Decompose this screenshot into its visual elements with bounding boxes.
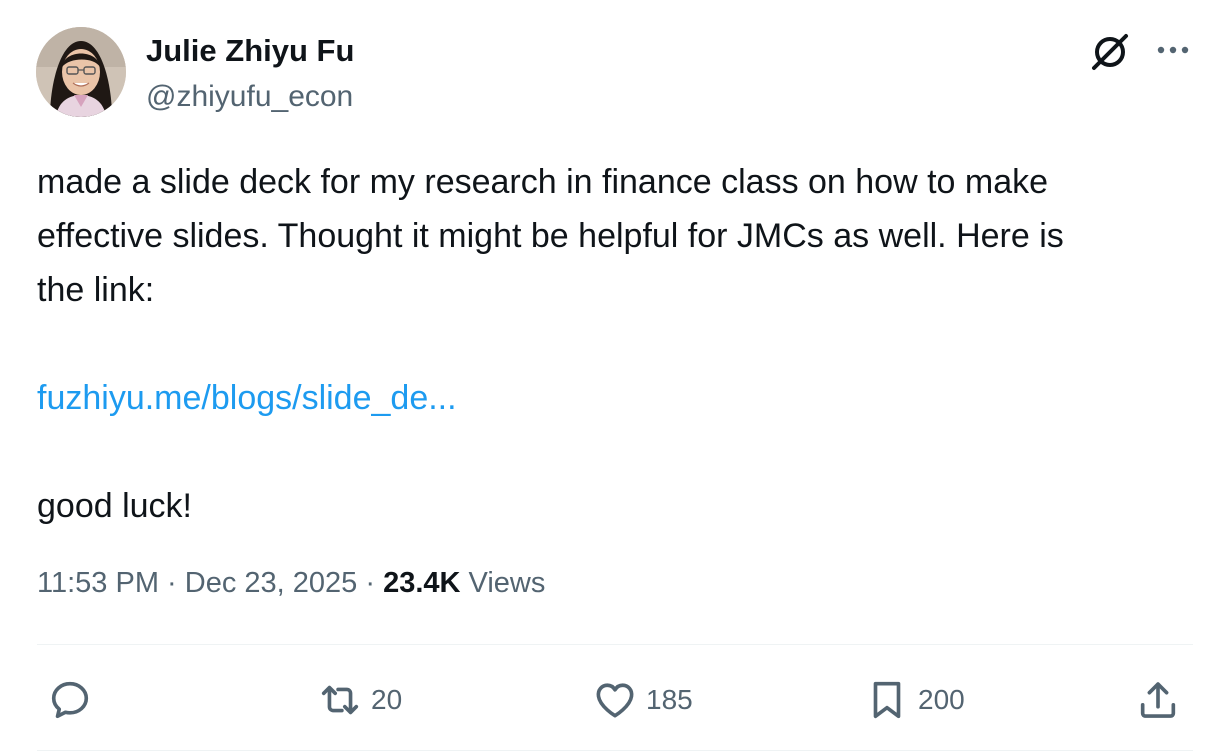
grok-icon[interactable] bbox=[1088, 30, 1132, 74]
repost-count: 20 bbox=[371, 684, 403, 715]
action-bar: 20 185 200 bbox=[0, 672, 1229, 728]
bookmark-icon bbox=[873, 681, 901, 719]
reply-icon bbox=[51, 681, 89, 719]
tweet-card: Julie Zhiyu Fu @zhiyufu_econ made a slid… bbox=[0, 0, 1229, 752]
share-icon bbox=[1140, 682, 1176, 718]
user-handle[interactable]: @zhiyufu_econ bbox=[146, 80, 353, 114]
display-name[interactable]: Julie Zhiyu Fu bbox=[146, 33, 354, 69]
divider bbox=[37, 644, 1193, 645]
repost-button[interactable]: 20 bbox=[317, 672, 402, 728]
avatar[interactable] bbox=[36, 27, 126, 117]
heart-icon bbox=[596, 683, 634, 718]
share-button[interactable] bbox=[1135, 672, 1181, 728]
tweet-text-closing: good luck! bbox=[37, 487, 192, 525]
repost-icon bbox=[321, 685, 359, 715]
like-button[interactable]: 185 bbox=[592, 672, 693, 728]
tweet-time[interactable]: 11:53 PM bbox=[37, 567, 159, 599]
bookmark-count: 200 bbox=[918, 684, 965, 715]
reply-button[interactable] bbox=[47, 672, 101, 728]
tweet-metadata: 11:53 PM · Dec 23, 2025 · 23.4K Views bbox=[37, 567, 545, 600]
like-count: 185 bbox=[646, 684, 693, 715]
more-icon[interactable] bbox=[1151, 30, 1195, 74]
tweet-date[interactable]: Dec 23, 2025 bbox=[185, 567, 358, 599]
meta-separator: · bbox=[365, 567, 376, 599]
tweet-text-line: effective slides. Thought it might be he… bbox=[37, 217, 1064, 255]
meta-separator: · bbox=[167, 567, 177, 599]
tweet-text-line: made a slide deck for my research in fin… bbox=[37, 163, 1049, 201]
profile-photo bbox=[36, 27, 126, 117]
tweet-body: made a slide deck for my research in fin… bbox=[37, 155, 1207, 533]
views-count: 23.4K bbox=[383, 567, 461, 599]
tweet-text-line: the link: bbox=[37, 271, 155, 309]
views-label: Views bbox=[468, 567, 546, 599]
divider bbox=[37, 750, 1193, 751]
tweet-link[interactable]: fuzhiyu.me/blogs/slide_de... bbox=[37, 379, 457, 417]
bookmark-button[interactable]: 200 bbox=[864, 672, 965, 728]
